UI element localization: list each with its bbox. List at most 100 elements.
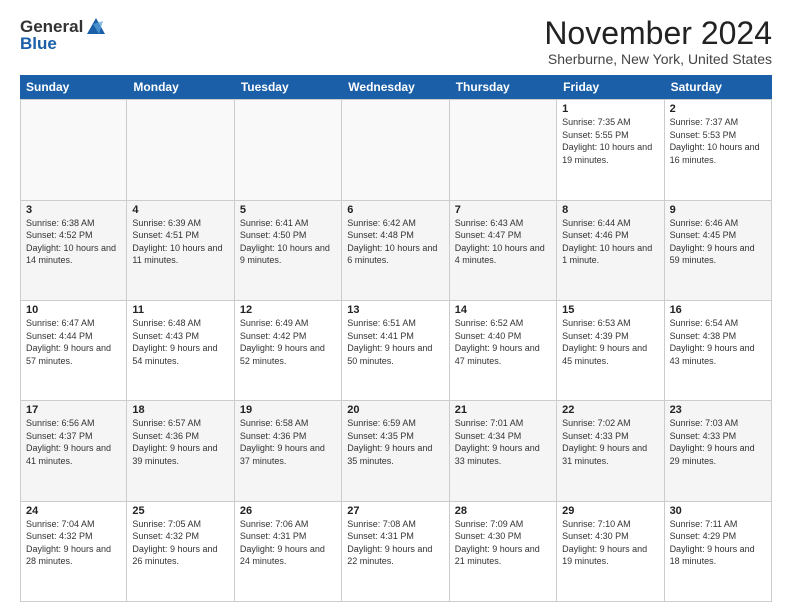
day-cell-7: 7Sunrise: 6:43 AMSunset: 4:47 PMDaylight… <box>450 201 557 300</box>
day-number: 3 <box>26 204 121 216</box>
calendar: SundayMondayTuesdayWednesdayThursdayFrid… <box>20 75 772 602</box>
day-cell-21: 21Sunrise: 7:01 AMSunset: 4:34 PMDayligh… <box>450 401 557 500</box>
empty-cell <box>450 100 557 199</box>
weekday-header-monday: Monday <box>127 75 234 99</box>
day-number: 6 <box>347 204 443 216</box>
day-info: Sunrise: 7:37 AMSunset: 5:53 PMDaylight:… <box>670 116 766 166</box>
day-number: 18 <box>132 404 228 416</box>
day-info: Sunrise: 6:39 AMSunset: 4:51 PMDaylight:… <box>132 217 228 267</box>
calendar-week-1: 1Sunrise: 7:35 AMSunset: 5:55 PMDaylight… <box>20 99 772 200</box>
day-cell-13: 13Sunrise: 6:51 AMSunset: 4:41 PMDayligh… <box>342 301 449 400</box>
day-info: Sunrise: 6:48 AMSunset: 4:43 PMDaylight:… <box>132 317 228 367</box>
day-number: 19 <box>240 404 336 416</box>
day-cell-10: 10Sunrise: 6:47 AMSunset: 4:44 PMDayligh… <box>20 301 127 400</box>
day-number: 15 <box>562 304 658 316</box>
weekday-header-thursday: Thursday <box>450 75 557 99</box>
day-info: Sunrise: 6:47 AMSunset: 4:44 PMDaylight:… <box>26 317 121 367</box>
day-number: 27 <box>347 505 443 517</box>
day-cell-3: 3Sunrise: 6:38 AMSunset: 4:52 PMDaylight… <box>20 201 127 300</box>
weekday-header-saturday: Saturday <box>665 75 772 99</box>
empty-cell <box>235 100 342 199</box>
day-info: Sunrise: 7:04 AMSunset: 4:32 PMDaylight:… <box>26 518 121 568</box>
day-number: 20 <box>347 404 443 416</box>
day-info: Sunrise: 6:42 AMSunset: 4:48 PMDaylight:… <box>347 217 443 267</box>
weekday-header-wednesday: Wednesday <box>342 75 449 99</box>
day-info: Sunrise: 6:59 AMSunset: 4:35 PMDaylight:… <box>347 417 443 467</box>
day-info: Sunrise: 6:52 AMSunset: 4:40 PMDaylight:… <box>455 317 551 367</box>
logo: General Blue <box>20 16 107 54</box>
day-info: Sunrise: 6:41 AMSunset: 4:50 PMDaylight:… <box>240 217 336 267</box>
day-cell-29: 29Sunrise: 7:10 AMSunset: 4:30 PMDayligh… <box>557 502 664 601</box>
day-cell-2: 2Sunrise: 7:37 AMSunset: 5:53 PMDaylight… <box>665 100 772 199</box>
day-cell-24: 24Sunrise: 7:04 AMSunset: 4:32 PMDayligh… <box>20 502 127 601</box>
day-info: Sunrise: 7:09 AMSunset: 4:30 PMDaylight:… <box>455 518 551 568</box>
calendar-week-4: 17Sunrise: 6:56 AMSunset: 4:37 PMDayligh… <box>20 401 772 501</box>
day-cell-12: 12Sunrise: 6:49 AMSunset: 4:42 PMDayligh… <box>235 301 342 400</box>
calendar-week-2: 3Sunrise: 6:38 AMSunset: 4:52 PMDaylight… <box>20 201 772 301</box>
day-info: Sunrise: 7:11 AMSunset: 4:29 PMDaylight:… <box>670 518 766 568</box>
day-number: 26 <box>240 505 336 517</box>
day-number: 16 <box>670 304 766 316</box>
day-cell-15: 15Sunrise: 6:53 AMSunset: 4:39 PMDayligh… <box>557 301 664 400</box>
day-cell-22: 22Sunrise: 7:02 AMSunset: 4:33 PMDayligh… <box>557 401 664 500</box>
header: General Blue November 2024 Sherburne, Ne… <box>20 16 772 67</box>
calendar-week-3: 10Sunrise: 6:47 AMSunset: 4:44 PMDayligh… <box>20 301 772 401</box>
day-cell-4: 4Sunrise: 6:39 AMSunset: 4:51 PMDaylight… <box>127 201 234 300</box>
day-cell-30: 30Sunrise: 7:11 AMSunset: 4:29 PMDayligh… <box>665 502 772 601</box>
day-cell-16: 16Sunrise: 6:54 AMSunset: 4:38 PMDayligh… <box>665 301 772 400</box>
day-number: 28 <box>455 505 551 517</box>
title-block: November 2024 Sherburne, New York, Unite… <box>544 16 772 67</box>
calendar-header: SundayMondayTuesdayWednesdayThursdayFrid… <box>20 75 772 99</box>
day-info: Sunrise: 7:35 AMSunset: 5:55 PMDaylight:… <box>562 116 658 166</box>
day-number: 29 <box>562 505 658 517</box>
day-cell-8: 8Sunrise: 6:44 AMSunset: 4:46 PMDaylight… <box>557 201 664 300</box>
day-info: Sunrise: 6:57 AMSunset: 4:36 PMDaylight:… <box>132 417 228 467</box>
day-number: 1 <box>562 103 658 115</box>
day-info: Sunrise: 7:08 AMSunset: 4:31 PMDaylight:… <box>347 518 443 568</box>
day-info: Sunrise: 6:51 AMSunset: 4:41 PMDaylight:… <box>347 317 443 367</box>
day-number: 8 <box>562 204 658 216</box>
empty-cell <box>127 100 234 199</box>
day-cell-25: 25Sunrise: 7:05 AMSunset: 4:32 PMDayligh… <box>127 502 234 601</box>
page: General Blue November 2024 Sherburne, Ne… <box>0 0 792 612</box>
day-number: 25 <box>132 505 228 517</box>
day-cell-6: 6Sunrise: 6:42 AMSunset: 4:48 PMDaylight… <box>342 201 449 300</box>
day-cell-19: 19Sunrise: 6:58 AMSunset: 4:36 PMDayligh… <box>235 401 342 500</box>
day-info: Sunrise: 6:49 AMSunset: 4:42 PMDaylight:… <box>240 317 336 367</box>
day-cell-1: 1Sunrise: 7:35 AMSunset: 5:55 PMDaylight… <box>557 100 664 199</box>
day-cell-23: 23Sunrise: 7:03 AMSunset: 4:33 PMDayligh… <box>665 401 772 500</box>
weekday-header-tuesday: Tuesday <box>235 75 342 99</box>
day-info: Sunrise: 6:53 AMSunset: 4:39 PMDaylight:… <box>562 317 658 367</box>
day-cell-20: 20Sunrise: 6:59 AMSunset: 4:35 PMDayligh… <box>342 401 449 500</box>
day-info: Sunrise: 6:44 AMSunset: 4:46 PMDaylight:… <box>562 217 658 267</box>
day-info: Sunrise: 7:01 AMSunset: 4:34 PMDaylight:… <box>455 417 551 467</box>
logo-icon <box>85 16 107 38</box>
day-number: 11 <box>132 304 228 316</box>
day-cell-17: 17Sunrise: 6:56 AMSunset: 4:37 PMDayligh… <box>20 401 127 500</box>
day-info: Sunrise: 7:06 AMSunset: 4:31 PMDaylight:… <box>240 518 336 568</box>
day-number: 21 <box>455 404 551 416</box>
day-cell-27: 27Sunrise: 7:08 AMSunset: 4:31 PMDayligh… <box>342 502 449 601</box>
day-number: 12 <box>240 304 336 316</box>
day-cell-9: 9Sunrise: 6:46 AMSunset: 4:45 PMDaylight… <box>665 201 772 300</box>
day-cell-18: 18Sunrise: 6:57 AMSunset: 4:36 PMDayligh… <box>127 401 234 500</box>
day-info: Sunrise: 6:43 AMSunset: 4:47 PMDaylight:… <box>455 217 551 267</box>
day-cell-28: 28Sunrise: 7:09 AMSunset: 4:30 PMDayligh… <box>450 502 557 601</box>
day-number: 23 <box>670 404 766 416</box>
day-info: Sunrise: 6:56 AMSunset: 4:37 PMDaylight:… <box>26 417 121 467</box>
day-number: 22 <box>562 404 658 416</box>
day-number: 5 <box>240 204 336 216</box>
empty-cell <box>342 100 449 199</box>
day-cell-5: 5Sunrise: 6:41 AMSunset: 4:50 PMDaylight… <box>235 201 342 300</box>
day-number: 13 <box>347 304 443 316</box>
day-info: Sunrise: 7:02 AMSunset: 4:33 PMDaylight:… <box>562 417 658 467</box>
day-cell-11: 11Sunrise: 6:48 AMSunset: 4:43 PMDayligh… <box>127 301 234 400</box>
calendar-week-5: 24Sunrise: 7:04 AMSunset: 4:32 PMDayligh… <box>20 502 772 602</box>
day-number: 4 <box>132 204 228 216</box>
day-info: Sunrise: 6:46 AMSunset: 4:45 PMDaylight:… <box>670 217 766 267</box>
day-cell-14: 14Sunrise: 6:52 AMSunset: 4:40 PMDayligh… <box>450 301 557 400</box>
day-info: Sunrise: 6:38 AMSunset: 4:52 PMDaylight:… <box>26 217 121 267</box>
calendar-body: 1Sunrise: 7:35 AMSunset: 5:55 PMDaylight… <box>20 99 772 602</box>
day-info: Sunrise: 6:58 AMSunset: 4:36 PMDaylight:… <box>240 417 336 467</box>
day-number: 17 <box>26 404 121 416</box>
